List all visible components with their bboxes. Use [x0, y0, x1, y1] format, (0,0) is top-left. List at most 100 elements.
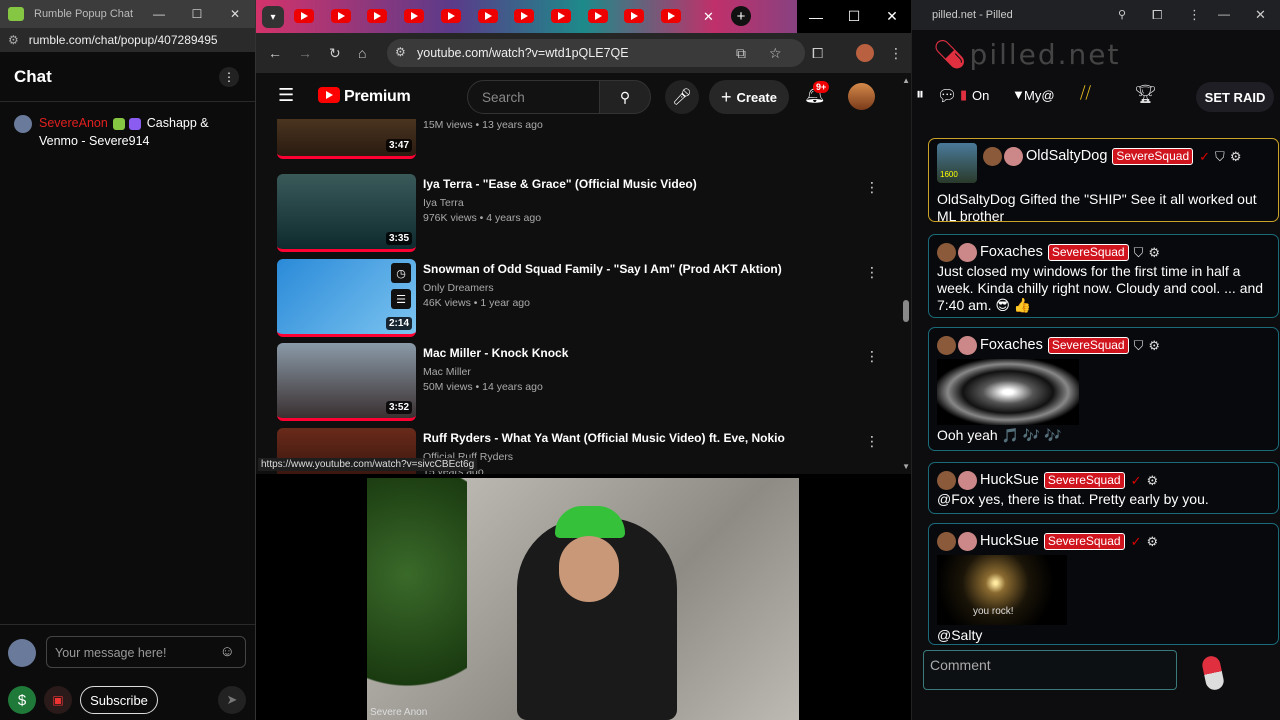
chat-message-input[interactable]: Your message here! ☺ — [46, 636, 246, 668]
video-title[interactable]: Iya Terra - "Ease & Grace" (Official Mus… — [423, 177, 697, 191]
scroll-up-arrow-icon[interactable]: ▲ — [902, 76, 910, 85]
set-raid-button[interactable]: SET RAID — [1196, 82, 1274, 112]
minimize-button[interactable]: — — [797, 0, 835, 33]
forward-icon[interactable]: → — [298, 45, 312, 61]
watch-later-icon[interactable]: ◷ — [391, 263, 411, 283]
chat-username[interactable]: HuckSue — [980, 472, 1039, 489]
youtube-tab-icon[interactable] — [514, 9, 534, 23]
gear-icon[interactable]: ⚙ — [1146, 533, 1158, 550]
chat-menu-icon[interactable]: ⋮ — [219, 66, 239, 87]
chat-username[interactable]: OldSaltyDog — [1026, 148, 1107, 165]
voice-search-button[interactable]: 🎤︎ — [665, 80, 699, 114]
create-button[interactable]: + Create — [709, 80, 789, 114]
minimize-button[interactable]: — — [140, 0, 178, 28]
site-settings-icon[interactable]: ⚙ — [8, 33, 19, 47]
youtube-tab-icon[interactable] — [331, 9, 351, 23]
close-button[interactable]: ✕ — [1255, 7, 1266, 23]
youtube-tab-icon[interactable] — [441, 9, 461, 23]
open-in-icon[interactable]: ⧉ — [736, 45, 746, 62]
mentions-toggle[interactable]: My@ — [1024, 88, 1055, 103]
trophy-icon[interactable]: 🏆︎ — [1134, 84, 1157, 105]
minimize-button[interactable]: — — [1218, 7, 1230, 21]
video-channel[interactable]: Only Dreamers — [423, 282, 494, 294]
site-info-icon[interactable]: ⚙ — [395, 45, 406, 59]
video-thumbnail[interactable]: 3:35 — [277, 174, 416, 252]
youtube-tab-icon[interactable] — [661, 9, 681, 23]
gear-icon[interactable]: ⚙ — [1148, 244, 1160, 261]
youtube-tab-icon[interactable] — [624, 9, 644, 23]
youtube-tab-icon[interactable] — [367, 9, 387, 23]
video-thumbnail[interactable]: ◷ ☰ 2:14 — [277, 259, 416, 337]
gear-icon[interactable]: ⚙ — [1230, 148, 1242, 165]
video-item[interactable]: 3:52 Mac Miller - Knock Knock Mac Miller… — [277, 343, 879, 423]
chrome-menu-icon[interactable]: ⋮ — [889, 45, 903, 62]
add-to-queue-icon[interactable]: ☰ — [391, 289, 411, 309]
maximize-button[interactable]: ☐ — [835, 0, 873, 33]
search-input[interactable]: Search — [467, 80, 600, 114]
reload-icon[interactable]: ↻ — [329, 45, 341, 62]
youtube-tab-icon[interactable] — [588, 9, 608, 23]
gear-icon[interactable]: ⚙ — [1148, 337, 1160, 354]
pilled-logo[interactable]: 💊︎pilled.net — [932, 38, 1121, 71]
extensions-icon[interactable]: ⧠ — [812, 45, 823, 62]
filter-pill-icon[interactable]: ⧸⧸ — [1080, 85, 1091, 103]
video-item[interactable]: 3:47 15M views • 13 years ago — [277, 119, 877, 161]
menu-icon[interactable]: ⋮ — [1188, 7, 1201, 23]
account-avatar[interactable] — [848, 83, 875, 110]
rumble-address-bar[interactable]: ⚙ rumble.com/chat/popup/407289495 — [0, 28, 255, 52]
more-options-icon[interactable]: ⋮ — [865, 264, 879, 281]
dollar-icon[interactable]: $ — [8, 686, 36, 714]
squad-tag[interactable]: SevereSquad — [1047, 336, 1129, 354]
shield-icon[interactable]: ⛉ — [1134, 337, 1144, 354]
on-toggle[interactable]: On — [972, 88, 989, 103]
close-tab-icon[interactable]: ✕ — [703, 9, 714, 25]
pill-toggle-icon[interactable]: ▮ — [960, 87, 967, 103]
comment-input[interactable]: Comment — [923, 650, 1177, 690]
youtube-tab-icon[interactable] — [404, 9, 424, 23]
video-item[interactable]: 3:35 Iya Terra - "Ease & Grace" (Officia… — [277, 174, 879, 254]
new-tab-icon[interactable]: + — [731, 6, 751, 26]
chat-bubble-icon[interactable]: 💬︎ — [937, 86, 957, 106]
squad-tag[interactable]: SevereSquad — [1047, 243, 1129, 261]
youtube-tab-icon[interactable] — [551, 9, 571, 23]
tab-search-icon[interactable]: ▾ — [262, 6, 284, 28]
video-title[interactable]: Ruff Ryders - What Ya Want (Official Mus… — [423, 431, 785, 445]
chat-username[interactable]: HuckSue — [980, 533, 1039, 550]
video-item[interactable]: ◷ ☰ 2:14 Snowman of Odd Squad Family - "… — [277, 259, 879, 339]
video-channel[interactable]: Mac Miller — [423, 366, 471, 378]
video-channel[interactable]: Iya Terra — [423, 197, 464, 209]
hamburger-menu-icon[interactable]: ☰ — [278, 85, 294, 106]
back-icon[interactable]: ← — [268, 45, 282, 61]
emoji-icon[interactable]: ☺ — [220, 643, 235, 660]
pause-icon[interactable]: ⏸ — [916, 86, 924, 104]
squad-tag[interactable]: SevereSquad — [1043, 532, 1125, 550]
close-button[interactable]: ✕ — [873, 0, 911, 33]
youtube-tab-icon[interactable] — [478, 9, 498, 23]
scrollbar-thumb[interactable] — [903, 300, 909, 322]
youtube-logo[interactable]: Premium — [318, 87, 411, 106]
extensions-icon[interactable]: ⧠ — [1152, 7, 1162, 23]
search-button[interactable]: ⚲ — [599, 80, 651, 114]
shield-icon[interactable]: ⛉ — [1134, 244, 1144, 261]
chat-username[interactable]: Foxaches — [980, 244, 1043, 261]
scroll-down-arrow-icon[interactable]: ▼ — [902, 462, 910, 471]
video-thumbnail[interactable]: 3:52 — [277, 343, 416, 421]
video-thumbnail[interactable]: 3:47 — [277, 119, 416, 159]
more-options-icon[interactable]: ⋮ — [865, 179, 879, 196]
subscribe-button[interactable]: Subscribe — [80, 686, 158, 714]
maximize-button[interactable]: ☐ — [178, 0, 216, 28]
gear-icon[interactable]: ⚙ — [1146, 472, 1158, 489]
more-options-icon[interactable]: ⋮ — [865, 348, 879, 365]
squad-tag[interactable]: SevereSquad — [1112, 147, 1194, 165]
gift-icon[interactable]: ▣ — [44, 686, 72, 714]
bookmark-star-icon[interactable]: ☆ — [769, 45, 782, 62]
chat-username[interactable]: Foxaches — [980, 337, 1043, 354]
more-options-icon[interactable]: ⋮ — [865, 433, 879, 450]
send-icon[interactable]: ➤ — [218, 686, 246, 714]
squad-tag[interactable]: SevereSquad — [1043, 471, 1125, 489]
zoom-icon[interactable]: ⚲ — [1118, 8, 1126, 21]
shield-icon[interactable]: ⛉ — [1215, 148, 1225, 165]
pill-send-icon[interactable] — [1200, 654, 1226, 692]
filter-icon[interactable]: ▼ — [1012, 87, 1025, 102]
notifications-button[interactable]: 🔔︎ 9+ — [804, 81, 830, 105]
